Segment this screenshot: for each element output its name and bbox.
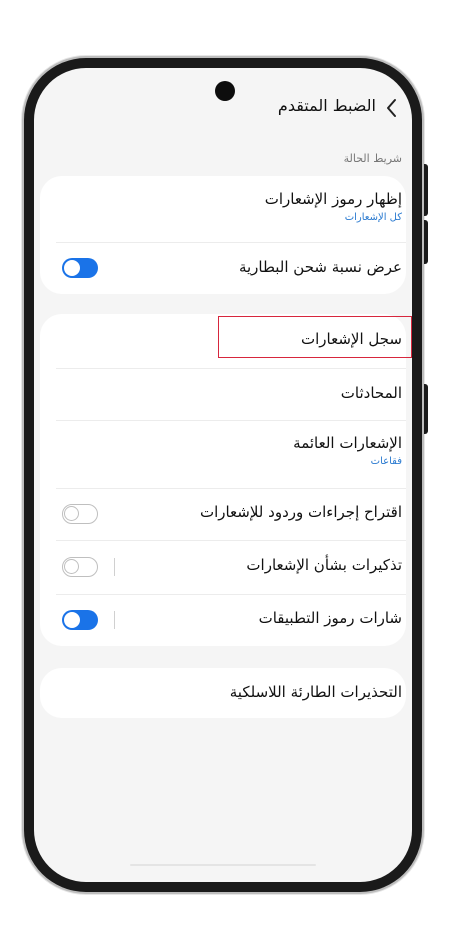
wireless-emergency-alerts-row[interactable]: التحذيرات الطارئة اللاسلكية bbox=[40, 668, 406, 718]
app-icon-badges-label: شارات رموز التطبيقات bbox=[258, 609, 402, 627]
row-divider bbox=[114, 558, 115, 576]
suggest-actions-label: اقتراح إجراءات وردود للإشعارات bbox=[199, 503, 402, 521]
volume-button bbox=[424, 220, 428, 264]
section-label-status-bar: شريط الحالة bbox=[343, 152, 402, 165]
show-notification-icons-row[interactable]: إظهار رموز الإشعارات كل الإشعارات bbox=[40, 176, 406, 242]
battery-percentage-row[interactable]: عرض نسبة شحن البطارية bbox=[40, 242, 406, 294]
chevron-left-icon[interactable] bbox=[382, 97, 402, 119]
notification-reminders-label: تذكيرات بشأن الإشعارات bbox=[246, 556, 402, 574]
notification-history-row[interactable]: سجل الإشعارات bbox=[40, 314, 406, 368]
notification-reminders-row[interactable]: تذكيرات بشأن الإشعارات bbox=[40, 540, 406, 594]
show-notification-icons-value: كل الإشعارات bbox=[344, 212, 402, 223]
notifications-card: سجل الإشعارات المحادثات الإشعارات العائم… bbox=[40, 314, 406, 646]
header: الضبط المتقدم bbox=[34, 94, 412, 122]
conversations-row[interactable]: المحادثات bbox=[40, 368, 406, 420]
show-notification-icons-label: إظهار رموز الإشعارات bbox=[264, 190, 402, 208]
home-indicator bbox=[130, 864, 316, 866]
conversations-label: المحادثات bbox=[340, 384, 402, 402]
wireless-emergency-alerts-label: التحذيرات الطارئة اللاسلكية bbox=[229, 683, 402, 701]
row-divider bbox=[114, 611, 115, 629]
status-bar-card: إظهار رموز الإشعارات كل الإشعارات عرض نس… bbox=[40, 176, 406, 294]
suggest-actions-toggle[interactable] bbox=[62, 504, 98, 524]
page-title: الضبط المتقدم bbox=[277, 96, 376, 115]
floating-notifications-label: الإشعارات العائمة bbox=[293, 434, 402, 452]
screen: الضبط المتقدم شريط الحالة إظهار رموز الإ… bbox=[34, 68, 412, 882]
floating-notifications-value: فقاعات bbox=[370, 456, 402, 467]
battery-percentage-toggle[interactable] bbox=[62, 258, 98, 278]
side-key bbox=[424, 384, 428, 434]
power-button bbox=[424, 164, 428, 216]
floating-notifications-row[interactable]: الإشعارات العائمة فقاعات bbox=[40, 420, 406, 488]
notification-reminders-toggle[interactable] bbox=[62, 557, 98, 577]
app-icon-badges-row[interactable]: شارات رموز التطبيقات bbox=[40, 594, 406, 646]
notification-history-label: سجل الإشعارات bbox=[300, 330, 402, 348]
emergency-alerts-card: التحذيرات الطارئة اللاسلكية bbox=[40, 668, 406, 718]
battery-percentage-label: عرض نسبة شحن البطارية bbox=[238, 258, 402, 276]
suggest-actions-row[interactable]: اقتراح إجراءات وردود للإشعارات bbox=[40, 488, 406, 540]
stage: الضبط المتقدم شريط الحالة إظهار رموز الإ… bbox=[0, 0, 450, 928]
app-icon-badges-toggle[interactable] bbox=[62, 610, 98, 630]
